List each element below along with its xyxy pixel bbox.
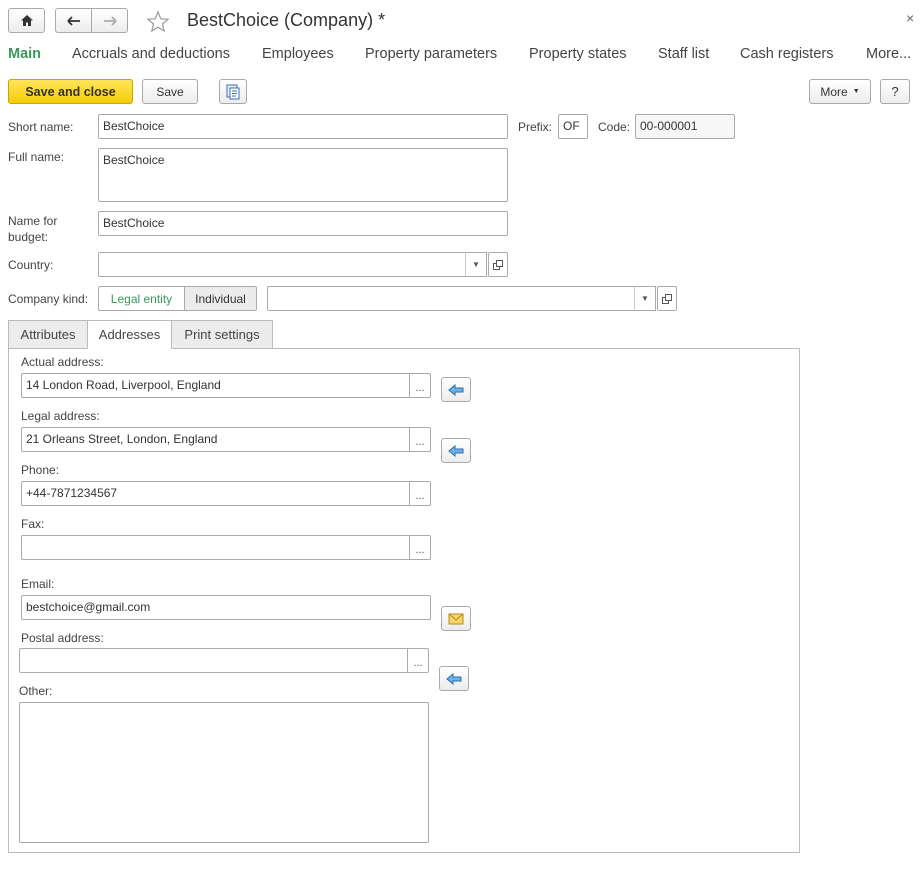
other-field[interactable] (19, 702, 429, 843)
open-form-icon (662, 293, 672, 304)
forward-arrow-icon (103, 15, 117, 26)
back-arrow-icon (66, 15, 80, 26)
country-open-button[interactable] (488, 252, 508, 277)
full-name-field[interactable]: BestChoice (98, 148, 508, 202)
nav-tab-main[interactable]: Main (8, 46, 41, 62)
open-form-icon (493, 259, 503, 270)
fill-from-arrow-icon (446, 672, 462, 685)
kind-individual-toggle[interactable]: Individual (184, 286, 257, 311)
company-kind-extra-field[interactable] (267, 286, 635, 311)
help-button[interactable]: ? (880, 79, 910, 104)
prefix-field[interactable]: OF (558, 114, 588, 139)
other-label: Other: (19, 684, 53, 698)
send-email-button[interactable] (441, 606, 471, 631)
fax-label: Fax: (21, 517, 45, 531)
budget-name-field[interactable]: BestChoice (98, 211, 508, 236)
country-dropdown-button[interactable]: ▼ (465, 252, 487, 277)
company-kind-label: Company kind: (8, 292, 89, 306)
country-field[interactable] (98, 252, 466, 277)
tab-attributes[interactable]: Attributes (8, 320, 88, 349)
dropdown-arrow-icon: ▼ (472, 260, 480, 269)
tab-print-settings[interactable]: Print settings (171, 320, 273, 349)
budget-name-label: Name for budget: (8, 214, 58, 244)
back-button[interactable] (55, 8, 92, 33)
short-name-field[interactable]: BestChoice (98, 114, 508, 139)
window-title: BestChoice (Company) * (187, 10, 386, 30)
nav-tab-more[interactable]: More... (866, 46, 911, 62)
company-kind-dropdown-button[interactable]: ▼ (634, 286, 656, 311)
home-button[interactable] (8, 8, 45, 33)
prefix-label: Prefix: (518, 120, 553, 134)
nav-tab-employees[interactable]: Employees (262, 46, 334, 62)
favorite-star-icon[interactable] (146, 10, 170, 34)
email-field[interactable]: bestchoice@gmail.com (21, 595, 431, 620)
save-and-close-button[interactable]: Save and close (8, 79, 133, 104)
email-label: Email: (21, 577, 55, 591)
close-icon[interactable]: × (906, 10, 914, 26)
legal-address-fill-button[interactable] (441, 438, 471, 463)
postal-address-select-button[interactable]: ... (407, 648, 429, 673)
envelope-icon (448, 613, 464, 624)
postal-address-label: Postal address: (21, 631, 104, 645)
home-icon (20, 15, 33, 26)
code-label: Code: (598, 120, 631, 134)
company-kind-open-button[interactable] (657, 286, 677, 311)
code-field[interactable]: 00-000001 (635, 114, 735, 139)
kind-legal-entity-toggle[interactable]: Legal entity (98, 286, 185, 311)
save-button[interactable]: Save (142, 79, 198, 104)
full-name-label: Full name: (8, 150, 65, 164)
document-list-icon (226, 84, 240, 99)
nav-tab-staff-list[interactable]: Staff list (658, 46, 709, 62)
more-button-label: More (820, 84, 848, 99)
legal-address-field[interactable]: 21 Orleans Street, London, England (21, 427, 410, 452)
actual-address-select-button[interactable]: ... (409, 373, 431, 398)
legal-address-label: Legal address: (21, 409, 100, 423)
actual-address-field[interactable]: 14 London Road, Liverpool, England (21, 373, 410, 398)
dropdown-arrow-icon: ▼ (641, 294, 649, 303)
document-list-button[interactable] (219, 79, 247, 104)
fill-from-arrow-icon (448, 444, 464, 457)
postal-address-field[interactable] (19, 648, 408, 673)
fax-field[interactable] (21, 535, 410, 560)
short-name-label: Short name: (8, 120, 74, 134)
fill-from-arrow-icon (448, 383, 464, 396)
legal-address-select-button[interactable]: ... (409, 427, 431, 452)
phone-field[interactable]: +44-7871234567 (21, 481, 410, 506)
more-button[interactable]: More ▼ (809, 79, 871, 104)
actual-address-label: Actual address: (21, 355, 104, 369)
country-label: Country: (8, 258, 54, 272)
nav-tab-accruals[interactable]: Accruals and deductions (72, 46, 230, 62)
nav-tab-cash-registers[interactable]: Cash registers (740, 46, 833, 62)
phone-select-button[interactable]: ... (409, 481, 431, 506)
phone-label: Phone: (21, 463, 60, 477)
fax-select-button[interactable]: ... (409, 535, 431, 560)
postal-address-fill-button[interactable] (439, 666, 469, 691)
forward-button[interactable] (91, 8, 128, 33)
nav-tab-property-parameters[interactable]: Property parameters (365, 46, 497, 62)
dropdown-arrow-icon: ▼ (852, 88, 860, 95)
nav-tab-property-states[interactable]: Property states (529, 46, 627, 62)
tab-addresses[interactable]: Addresses (87, 320, 172, 349)
actual-address-fill-button[interactable] (441, 377, 471, 402)
